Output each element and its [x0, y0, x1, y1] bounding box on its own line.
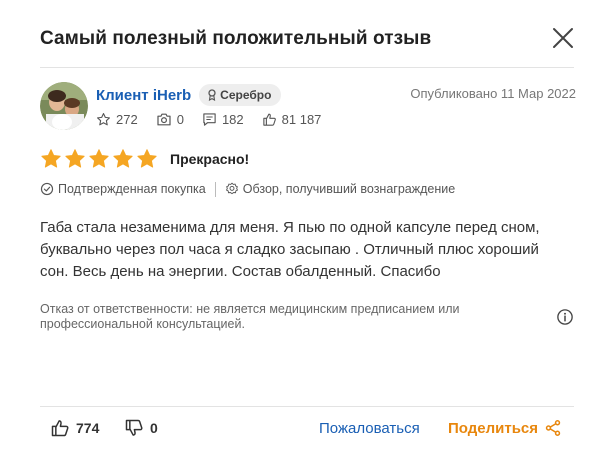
helpful-count: 774 [76, 420, 100, 436]
avatar[interactable] [40, 82, 88, 130]
comment-icon [203, 113, 216, 126]
modal-title: Самый полезный положительный отзыв [40, 28, 432, 49]
author-name-link[interactable]: Клиент iHerb [96, 87, 191, 104]
star-icon [65, 149, 85, 168]
thumbs-down-icon [125, 419, 143, 436]
footer-divider [40, 406, 574, 407]
verified-purchase: Подтвержденная покупка [40, 182, 206, 196]
unhelpful-count: 0 [150, 420, 158, 436]
star-icon [113, 149, 133, 168]
meta-divider [214, 181, 216, 197]
unhelpful-button[interactable]: 0 [124, 418, 158, 438]
review-title: Прекрасно! [170, 151, 250, 167]
review-footer: 774 0 Пожаловаться Поделиться [40, 416, 574, 444]
published-date: Опубликовано 11 Мар 2022 [410, 86, 576, 101]
thumbs-up-icon [51, 420, 69, 437]
share-icon [545, 420, 561, 436]
review-meta: Подтвержденная покупка Обзор, получивший… [40, 180, 455, 198]
check-circle-icon [40, 182, 54, 196]
helpful-button[interactable]: 774 [50, 418, 99, 438]
stat-favorites: 272 [96, 112, 138, 127]
modal-header: Самый полезный положительный отзыв [40, 26, 580, 54]
badge-medal-icon [208, 89, 216, 101]
stat-photos: 0 [156, 112, 184, 127]
stat-helpful: 81 187 [262, 112, 321, 127]
author-stats: 272 0 182 81 187 [96, 112, 339, 127]
close-icon[interactable] [551, 26, 575, 50]
star-outline-icon [97, 113, 110, 126]
share-label: Поделиться [448, 419, 539, 437]
rating-row: Прекрасно! [40, 147, 249, 171]
header-divider [40, 67, 574, 68]
thumbs-up-icon [262, 113, 276, 126]
review-body: Габа стала незаменима для меня. Я пью по… [40, 219, 540, 280]
share-button[interactable]: Поделиться [448, 419, 562, 437]
badge-label: Серебро [220, 88, 272, 102]
camera-icon [157, 113, 171, 126]
status-badge: Серебро [199, 84, 282, 106]
star-icon [41, 149, 61, 168]
info-icon[interactable] [556, 308, 574, 326]
award-icon [225, 182, 238, 195]
disclaimer: Отказ от ответственности: не является ме… [40, 302, 460, 331]
rewarded-review: Обзор, получивший вознаграждение [225, 182, 455, 196]
star-rating [40, 148, 160, 170]
report-link[interactable]: Пожаловаться [319, 420, 420, 437]
stat-reviews: 182 [202, 112, 244, 127]
author-row: Клиент iHerb Серебро [96, 84, 282, 106]
star-icon [137, 149, 157, 168]
star-icon [89, 149, 109, 168]
